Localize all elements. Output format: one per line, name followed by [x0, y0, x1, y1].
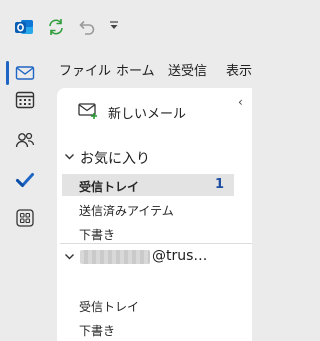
quick-access-dropdown-icon[interactable]: [107, 18, 121, 32]
folder-inbox-account[interactable]: 受信トレイ: [62, 294, 234, 316]
rail-item-people[interactable]: [0, 120, 50, 160]
tab-view[interactable]: 表示: [226, 60, 252, 79]
folder-sent-items[interactable]: 送信済みアイテム: [62, 198, 234, 220]
new-mail-icon: [78, 103, 97, 119]
redacted-account-name: [80, 250, 150, 264]
undo-icon[interactable]: [76, 17, 96, 37]
apps-icon: [16, 209, 34, 227]
tab-send-receive[interactable]: 送受信: [168, 60, 207, 79]
todo-check-icon: [16, 173, 34, 187]
section-divider: [60, 243, 252, 244]
folder-label: 下書き: [79, 228, 116, 242]
sync-icon[interactable]: [46, 17, 66, 37]
folder-label: 受信トレイ: [79, 180, 140, 194]
title-bar: [0, 0, 252, 50]
folder-drafts-account[interactable]: 下書き: [62, 318, 234, 340]
people-icon: [15, 132, 35, 148]
calendar-icon: [15, 91, 35, 109]
tab-home[interactable]: ホーム: [116, 60, 155, 79]
navigation-rail: [0, 50, 50, 341]
folder-label: 下書き: [79, 324, 116, 338]
unread-count: 1: [214, 177, 224, 192]
account-email-suffix: @trus…: [152, 248, 208, 264]
new-mail-label: 新しいメール: [108, 107, 187, 122]
chevron-down-icon: [65, 154, 74, 160]
folder-label: 受信トレイ: [79, 300, 140, 314]
outlook-logo-icon: [14, 17, 34, 37]
chevron-down-icon: [65, 254, 74, 260]
outlook-window: ファイル ホーム 送受信 表示 ‹ 新しいメール お気に入り 受信トレイ 1 送…: [0, 0, 252, 341]
collapse-pane-icon[interactable]: ‹: [238, 95, 243, 109]
tab-file[interactable]: ファイル: [59, 60, 111, 79]
favorites-title: お気に入り: [80, 151, 150, 167]
rail-item-todo[interactable]: [0, 160, 50, 200]
rail-item-apps[interactable]: [0, 198, 50, 238]
folder-drafts-favorite[interactable]: 下書き: [62, 222, 234, 244]
rail-item-calendar[interactable]: [0, 80, 50, 120]
folder-label: 送信済みアイテム: [79, 204, 174, 218]
folder-inbox-favorite[interactable]: 受信トレイ 1: [62, 174, 234, 196]
